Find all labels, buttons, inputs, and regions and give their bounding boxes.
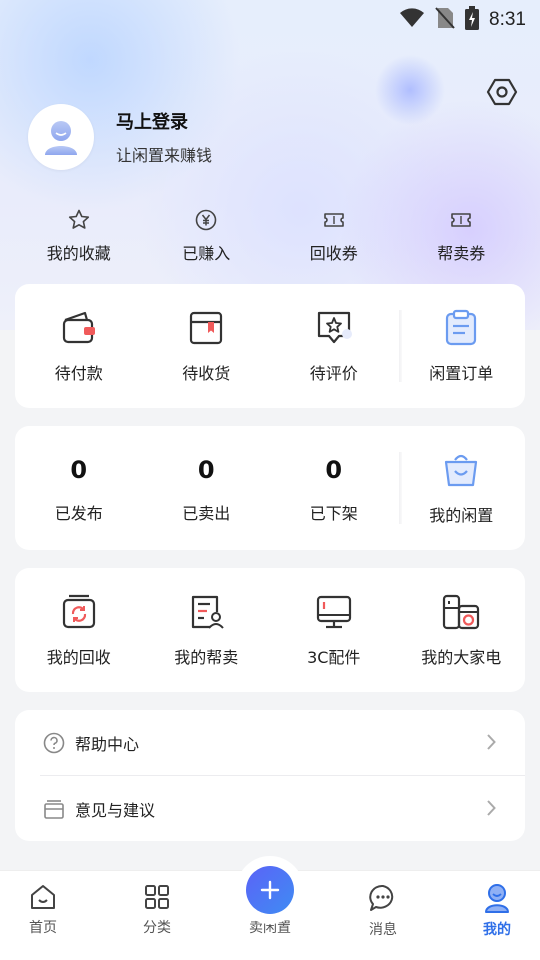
chat-icon [369, 884, 394, 911]
listing-published[interactable]: 0 已发布 [15, 452, 143, 524]
tab-label: 我的 [483, 922, 511, 938]
service-label: 3C配件 [307, 648, 361, 667]
listings-card: 0 已发布 0 已卖出 0 已下架 我的闲置 [15, 426, 525, 550]
tab-messages[interactable]: 消息 [329, 883, 437, 939]
order-label: 待付款 [54, 364, 103, 383]
home-icon [31, 885, 55, 909]
service-my-recycle[interactable]: 我的回收 [15, 592, 143, 668]
help-circle-icon [43, 732, 65, 754]
order-pending-review[interactable]: 待评价 [270, 308, 398, 384]
sell-button[interactable] [246, 866, 294, 914]
tab-label: 消息 [369, 922, 397, 938]
services-card: 我的回收 我的帮卖 3C配件 我的大家电 [15, 568, 525, 692]
plus-icon [260, 880, 280, 900]
menu-label: 意见与建议 [75, 801, 156, 820]
menu-card: 帮助中心 意见与建议 [15, 710, 525, 841]
my-idle-items[interactable]: 我的闲置 [398, 450, 526, 526]
listing-removed[interactable]: 0 已下架 [270, 452, 398, 524]
sell-button-wrap [236, 856, 304, 924]
feedback-box-icon [44, 800, 64, 819]
service-3c-accessories[interactable]: 3C配件 [270, 592, 398, 668]
service-label: 我的帮卖 [174, 648, 239, 667]
no-sim-icon [435, 7, 455, 33]
chevron-right-icon [485, 733, 497, 755]
ticket-icon [451, 213, 472, 227]
tab-home[interactable]: 首页 [0, 883, 97, 937]
order-label: 待评价 [309, 364, 358, 383]
clipboard-icon [446, 309, 477, 346]
menu-separator [40, 775, 525, 776]
listing-label: 已下架 [309, 504, 358, 523]
tab-label: 分类 [143, 920, 171, 936]
listing-label: 已发布 [54, 504, 103, 523]
ticket-icon [323, 213, 344, 227]
quick-link-earned[interactable]: 已赚入 [143, 208, 271, 264]
quick-link-favorites[interactable]: 我的收藏 [15, 208, 143, 264]
orders-card: 待付款 待收货 待评价 闲置订单 [15, 284, 525, 408]
menu-label: 帮助中心 [75, 735, 140, 754]
quick-link-label: 回收券 [309, 244, 358, 263]
battery-charging-icon [465, 6, 480, 34]
listing-count: 0 [325, 456, 343, 484]
tab-category[interactable]: 分类 [103, 883, 211, 937]
appliance-icon [443, 594, 480, 630]
default-avatar-icon [45, 121, 77, 155]
wifi-icon [399, 8, 425, 32]
listing-count: 0 [197, 456, 215, 484]
settings-hexagon-icon [486, 78, 518, 106]
user-icon [485, 884, 509, 913]
listing-count: 0 [70, 456, 88, 484]
order-label: 待收货 [182, 364, 231, 383]
monitor-icon [316, 595, 351, 629]
settings-button[interactable] [486, 76, 518, 108]
profile-subtitle: 让闲置来赚钱 [116, 146, 213, 165]
tab-label: 首页 [29, 920, 57, 936]
chevron-right-icon [485, 799, 497, 821]
menu-help-center[interactable]: 帮助中心 [15, 711, 525, 775]
quick-links: 我的收藏 已赚入 回收券 帮卖券 [15, 208, 525, 264]
service-label: 我的回收 [46, 648, 111, 667]
order-label: 闲置订单 [429, 364, 494, 383]
quick-link-label: 已赚入 [182, 244, 231, 263]
shopping-bag-icon [445, 454, 478, 487]
card-divider [399, 310, 402, 382]
card-divider [399, 452, 402, 524]
recycle-icon [62, 594, 95, 629]
yen-coin-icon [195, 209, 217, 231]
listing-label: 我的闲置 [429, 506, 494, 525]
service-my-appliances[interactable]: 我的大家电 [398, 592, 526, 668]
document-user-icon [192, 595, 225, 629]
quick-link-label: 我的收藏 [46, 244, 111, 263]
tab-mine[interactable]: 我的 [443, 883, 540, 939]
avatar[interactable] [28, 104, 94, 170]
listing-sold[interactable]: 0 已卖出 [143, 452, 271, 524]
status-bar: 8:31 [0, 0, 540, 36]
grid-icon [145, 885, 169, 909]
service-my-sell-help[interactable]: 我的帮卖 [143, 592, 271, 668]
wallet-icon [62, 311, 95, 344]
listing-label: 已卖出 [182, 504, 231, 523]
status-time: 8:31 [489, 9, 526, 30]
quick-link-label: 帮卖券 [437, 244, 486, 263]
service-label: 我的大家电 [421, 648, 502, 667]
quick-link-sell-coupon[interactable]: 帮卖券 [398, 208, 526, 264]
menu-feedback[interactable]: 意见与建议 [15, 777, 525, 841]
package-icon [190, 311, 223, 345]
login-link[interactable]: 马上登录 [116, 108, 212, 134]
review-star-icon [317, 311, 352, 344]
order-pending-receipt[interactable]: 待收货 [143, 308, 271, 384]
idle-orders[interactable]: 闲置订单 [398, 308, 526, 384]
star-icon [68, 209, 89, 229]
order-pending-payment[interactable]: 待付款 [15, 308, 143, 384]
quick-link-recycle-coupon[interactable]: 回收券 [270, 208, 398, 264]
profile-section[interactable]: 马上登录 让闲置来赚钱 [28, 104, 212, 170]
